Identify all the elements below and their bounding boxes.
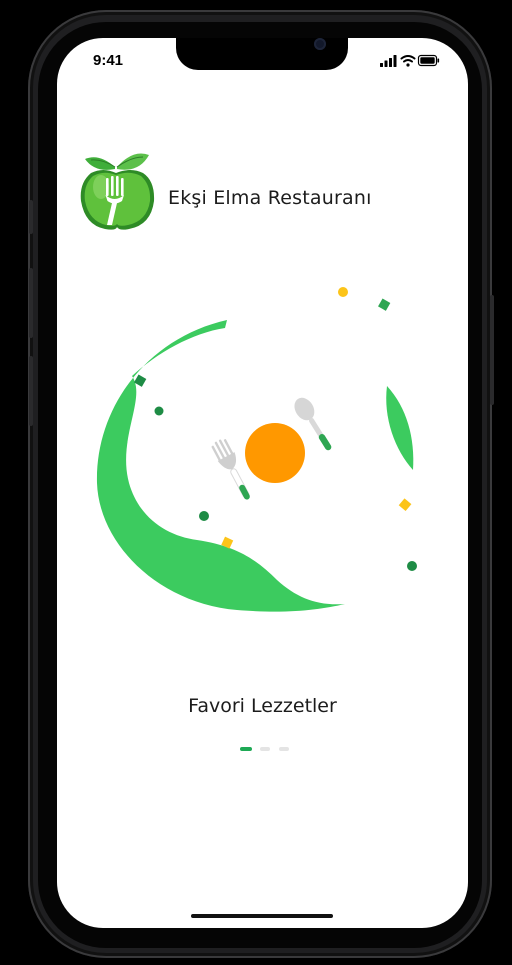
power-button [490, 295, 494, 405]
mute-switch [29, 200, 33, 234]
battery-icon [417, 54, 440, 67]
device-stage: 9:41 Ekşi Elma Restauranı Favori Lezzetl… [0, 0, 512, 965]
signal-icon [380, 55, 397, 67]
status-time: 9:41 [93, 52, 124, 69]
volume-up-button [29, 268, 33, 338]
onboarding-title: Favori Lezzetler [188, 695, 337, 717]
page-dot[interactable] [260, 747, 270, 751]
app-header: Ekşi Elma Restauranı [79, 145, 449, 231]
confetti-square [398, 498, 412, 512]
status-bar: 9:41 [57, 38, 468, 88]
page-indicator [240, 747, 300, 753]
front-camera [314, 38, 326, 50]
plate-icon [245, 423, 305, 483]
status-icons [380, 54, 440, 68]
notch [176, 38, 348, 70]
app-title: Ekşi Elma Restauranı [168, 187, 372, 209]
right-leaf-shape [386, 386, 414, 470]
confetti-square [378, 298, 391, 311]
page-dot[interactable] [279, 747, 289, 751]
volume-down-button [29, 356, 33, 426]
plate-fork-spoon-illustration [87, 278, 437, 628]
leaf-arc-shape [96, 320, 345, 612]
confetti-dot [199, 511, 209, 521]
apple-fork-logo-icon [79, 145, 155, 231]
confetti-square [134, 374, 147, 387]
confetti-dot [154, 406, 164, 416]
home-indicator[interactable] [191, 914, 333, 918]
page-dot-active[interactable] [240, 747, 252, 751]
confetti-dot [407, 561, 417, 571]
app-screen: 9:41 Ekşi Elma Restauranı Favori Lezzetl… [57, 38, 468, 928]
wifi-icon [400, 55, 416, 67]
confetti-dot [338, 287, 348, 297]
